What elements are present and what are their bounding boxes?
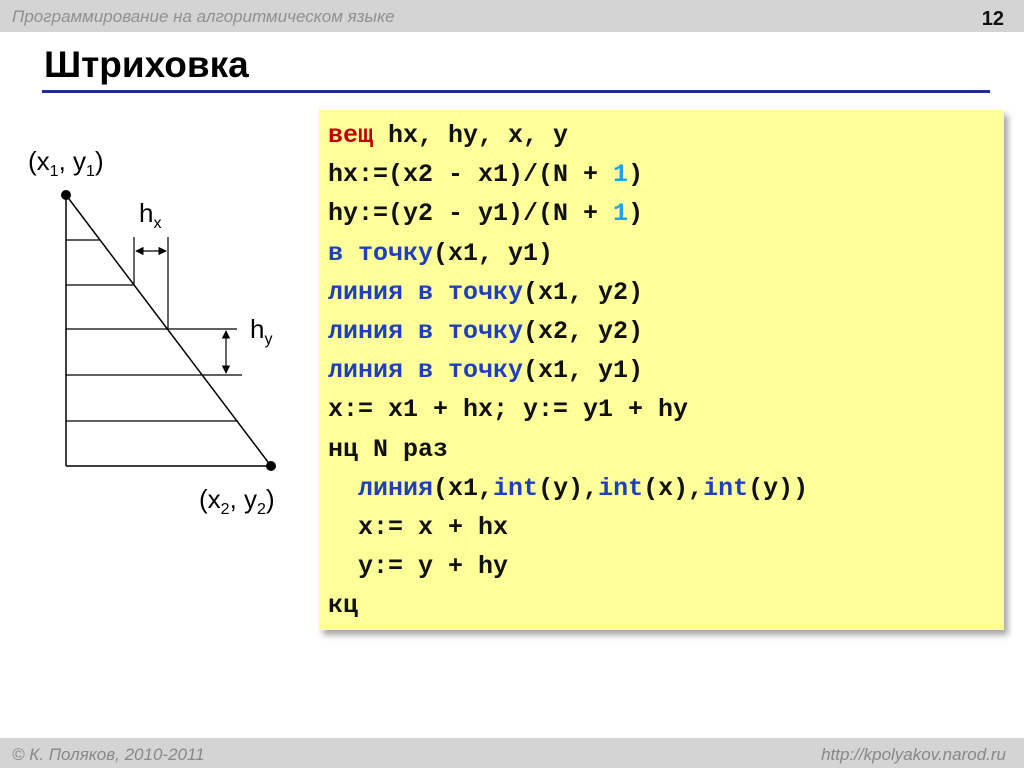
code-line-11: x:= x + hx bbox=[328, 512, 509, 542]
point-1-label: (x1, y1) bbox=[28, 146, 104, 180]
code-line-5: линия в точку(x1, y2) bbox=[328, 277, 644, 307]
slide-number: 12 bbox=[981, 8, 1004, 30]
point-2-label: (x2, y2) bbox=[199, 484, 275, 518]
code-line-12: y:= y + hy bbox=[328, 552, 509, 582]
code-line-6: линия в точку(x2, y2) bbox=[328, 316, 644, 346]
code-listing: вещ hx, hy, x, y hx:=(x2 - x1)/(N + 1) hy:… bbox=[328, 116, 808, 625]
point-2 bbox=[266, 461, 276, 471]
code-line-8: x:= x1 + hx; y:= y1 + hy bbox=[328, 395, 689, 425]
code-line-7: линия в точку(x1, y1) bbox=[328, 356, 644, 386]
point-1 bbox=[61, 190, 71, 200]
hatching-diagram: (x1, y1) hx hy (x2, y2) bbox=[28, 146, 276, 518]
slide-title: Штриховка bbox=[44, 44, 249, 85]
hx-label: hx bbox=[139, 198, 161, 232]
code-line-2: hx:=(x2 - x1)/(N + 1) bbox=[328, 160, 644, 190]
hy-label: hy bbox=[250, 314, 272, 348]
code-line-3: hy:=(y2 - y1)/(N + 1) bbox=[328, 199, 644, 229]
code-line-4: в точку(x1, y1) bbox=[328, 238, 554, 268]
code-line-9: нц N раз bbox=[328, 434, 449, 464]
diagonal-edge bbox=[65, 194, 272, 467]
code-line-10: линия(x1,int(y),int(x),int(y)) bbox=[358, 473, 809, 503]
title-underline bbox=[42, 90, 990, 93]
course-subject: Программирование на алгоритмическом язык… bbox=[12, 7, 395, 26]
footer-author: © К. Поляков, 2010-2011 bbox=[12, 745, 205, 764]
footer-url[interactable]: http://kpolyakov.narod.ru bbox=[821, 745, 1006, 765]
code-line-13: кц bbox=[328, 591, 359, 621]
code-line-1: вещ hx, hy, x, y bbox=[328, 121, 569, 150]
